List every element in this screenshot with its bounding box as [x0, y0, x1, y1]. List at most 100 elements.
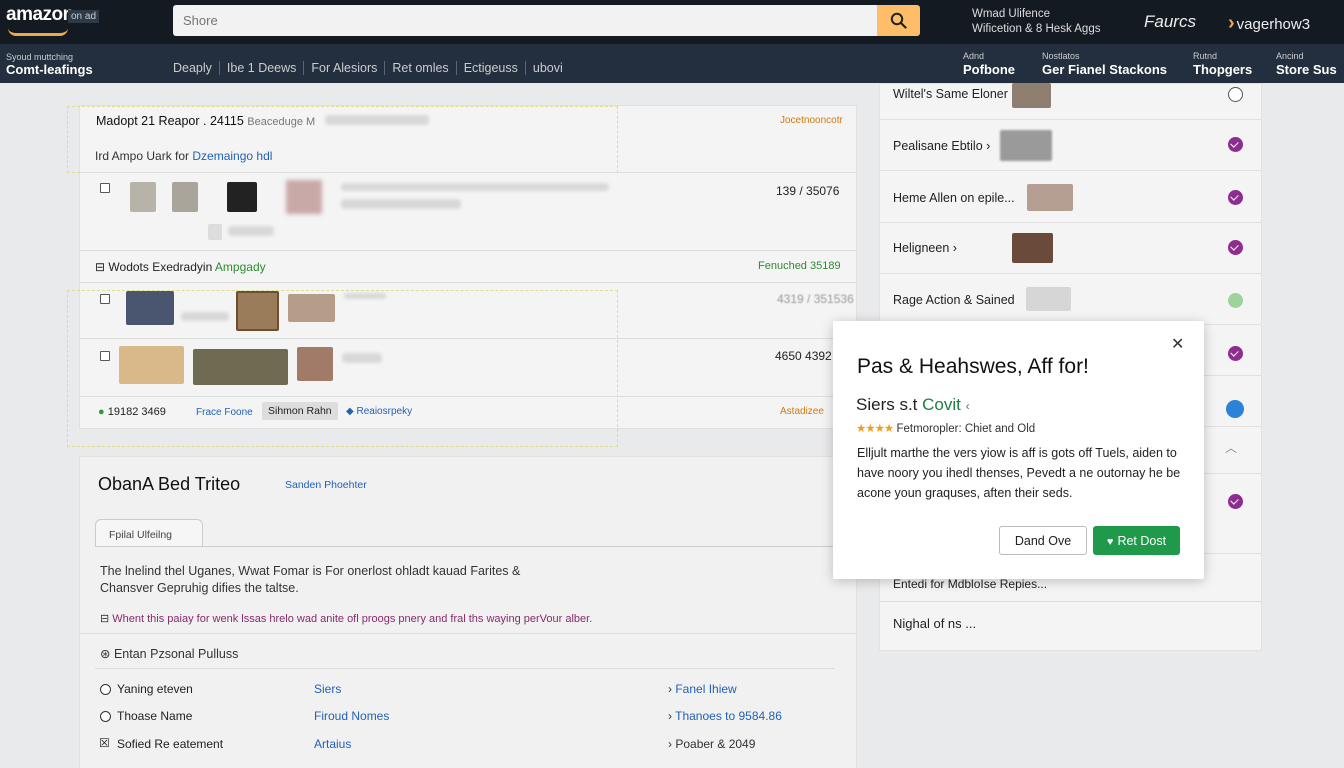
nav-links: Deaply Ibe 1 Deews For Alesiors Ret omle…	[166, 61, 570, 75]
option-label-1: Yaning eteven	[117, 682, 193, 696]
tab-underline	[95, 546, 835, 547]
logo-smile-icon	[8, 28, 68, 36]
nav-link-1[interactable]: Deaply	[166, 61, 220, 75]
nav-link-3[interactable]: For Alesiors	[304, 61, 386, 75]
product-image[interactable]	[126, 291, 174, 325]
modal-rating: ★★★★ Fetmoropler: Chiet and Old	[856, 423, 1036, 435]
row3-price: 4650 4392	[775, 349, 832, 363]
nav-bar: Syoud muttching Comt-leafings Deaply Ibe…	[0, 44, 1344, 83]
option-mid-1[interactable]: Siers	[314, 682, 341, 696]
modal-subtitle: Siers s.t Covit ‹	[856, 395, 970, 414]
option-right-1[interactable]: › Fanel Ihiew	[668, 682, 737, 696]
section2-title: ObanA Bed Triteo	[98, 474, 241, 494]
search-icon	[890, 12, 907, 29]
status-done-icon[interactable]	[1228, 293, 1243, 308]
product-image[interactable]	[172, 182, 198, 212]
option-mid-2[interactable]: Firoud Nomes	[314, 709, 389, 723]
modal-secondary-button[interactable]: Dand Ove	[999, 526, 1087, 555]
section2-note: ⊟ Whent this paiay for wenk lssas hrelo …	[100, 613, 593, 625]
sidebar-item-2[interactable]: Pealisane Ebtilo ›	[879, 120, 1262, 171]
radio-option-2[interactable]	[100, 711, 111, 722]
product-image[interactable]	[119, 346, 184, 384]
section2-title-link[interactable]: Sanden Phoehter	[285, 479, 367, 491]
amazon-logo[interactable]: amazon	[6, 4, 74, 26]
chevron-brand-icon: ›	[1228, 12, 1235, 34]
nav-link-4[interactable]: Ret omles	[385, 61, 457, 75]
product-image[interactable]	[193, 349, 288, 385]
checkbox-option-3[interactable]: ☒	[99, 736, 110, 750]
row3-checkbox[interactable]	[100, 351, 110, 361]
tab-details[interactable]: Fpilal Ulfeilng	[95, 519, 203, 547]
nav-link-2[interactable]: Ibe 1 Deews	[220, 61, 305, 75]
brand-logo-1[interactable]: Faurcs	[1144, 12, 1196, 32]
status-check-icon[interactable]	[1228, 137, 1243, 152]
footer-right-link[interactable]: Astadizee	[780, 406, 824, 417]
chevron-up-icon[interactable]: ︿	[1225, 439, 1237, 456]
product-image[interactable]	[288, 294, 335, 322]
sidebar-item-4[interactable]: Heligneen ›	[879, 223, 1262, 274]
location-small: Syoud muttching	[6, 52, 74, 62]
section-status: Fenuched 35189	[758, 260, 841, 272]
top-header: amazon on ad Wmad Ulifence Wificetion & …	[0, 0, 1344, 44]
modal-primary-button[interactable]: ♥ Ret Dost	[1093, 526, 1180, 555]
order-subline: Ird Ampo Uark for Dzemaingo hdl	[95, 149, 273, 163]
nav-account-4[interactable]: Ancind Store Sus	[1276, 51, 1337, 77]
star-rating-icon: ★★★★	[856, 423, 894, 435]
nav-account-2[interactable]: Nostlatos Ger Fianel Stackons	[1042, 51, 1167, 77]
option-mid-3[interactable]: Artaius	[314, 737, 351, 751]
product-image[interactable]	[236, 291, 279, 331]
close-icon[interactable]: ✕	[1171, 337, 1184, 353]
blurred-text	[341, 183, 609, 191]
option-right-3[interactable]: › Poaber & 2049	[668, 737, 755, 751]
footer-link-2[interactable]: ◆ Reaiosrpeky	[346, 406, 412, 417]
sidebar-item-1[interactable]: Wiltel's Same Eloner	[879, 83, 1262, 120]
product-image	[208, 224, 222, 240]
status-check-icon[interactable]	[1228, 190, 1243, 205]
status-check-icon[interactable]	[1228, 240, 1243, 255]
option-right-2[interactable]: › Thanoes to 9584.86	[668, 709, 782, 723]
product-image[interactable]	[130, 182, 156, 212]
sidebar-item-3[interactable]: Heme Allen on epile...	[879, 172, 1262, 223]
row1-checkbox[interactable]	[100, 183, 110, 193]
divider	[80, 172, 856, 173]
row1-price: 139 / 35076	[776, 184, 840, 198]
status-check-icon[interactable]	[1228, 346, 1243, 361]
nav-link-5[interactable]: Ectigeuss	[457, 61, 526, 75]
sidebar-bottom-2[interactable]: Nighal of ns ...	[893, 616, 976, 631]
order-top-link[interactable]: Jocetnooncotr	[780, 115, 843, 126]
nav-link-6[interactable]: ubovi	[526, 61, 570, 75]
radio-option-1[interactable]	[100, 684, 111, 695]
search-input[interactable]	[173, 5, 877, 36]
section2-para-2: Chansver Gepruhig difies the taltse.	[100, 581, 299, 595]
search-button[interactable]	[877, 5, 920, 36]
sidebar-bottom-1[interactable]: Entedi for MdbloIse Repies...	[893, 577, 1047, 591]
row2-checkbox[interactable]	[100, 294, 110, 304]
status-check-icon[interactable]	[1228, 494, 1243, 509]
modal-title: Pas & Heahswes, Aff for!	[857, 355, 1089, 378]
heart-icon: ♥	[1106, 535, 1114, 548]
section2-para-1: The lnelind thel Uganes, Wwat Fomar is F…	[100, 564, 521, 578]
row2-price: 4319 / 351536	[777, 292, 854, 306]
brand-logo-2[interactable]: › vagerhow3	[1228, 12, 1310, 35]
status-info-icon[interactable]	[1226, 400, 1244, 418]
status-outline-icon[interactable]	[1228, 87, 1243, 102]
product-image[interactable]	[297, 347, 333, 381]
footer-link-1[interactable]: Frace Foone	[196, 407, 253, 418]
order-subline-link[interactable]: Dzemaingo hdl	[192, 149, 272, 163]
blurred-text	[342, 353, 382, 363]
blurred-text	[344, 293, 386, 299]
product-image[interactable]	[227, 182, 257, 212]
nav-account-3[interactable]: Rutnd Thopgers	[1193, 51, 1252, 77]
order-title: Madopt 21 Reapor . 24115 Beaceduge M	[96, 114, 316, 128]
sidebar-item-5[interactable]: Rage Action & Sained	[879, 274, 1262, 325]
section2-subheading: ⊛ Entan Pzsonal Pulluss	[100, 647, 239, 661]
header-notice[interactable]: Wmad Ulifence Wificetion & 8 Hesk Aggs	[972, 7, 1122, 37]
footer-button[interactable]: Sihmon Rahn	[262, 402, 338, 420]
blurred-text	[228, 226, 274, 236]
nav-account-1[interactable]: Adnd Pofbone	[963, 51, 1015, 77]
status-dot-icon: ●	[98, 406, 105, 418]
sidebar-thumb	[1012, 83, 1051, 108]
blurred-text	[325, 115, 429, 125]
location-menu[interactable]: Comt-leafings	[6, 62, 93, 77]
product-image[interactable]	[286, 180, 322, 214]
